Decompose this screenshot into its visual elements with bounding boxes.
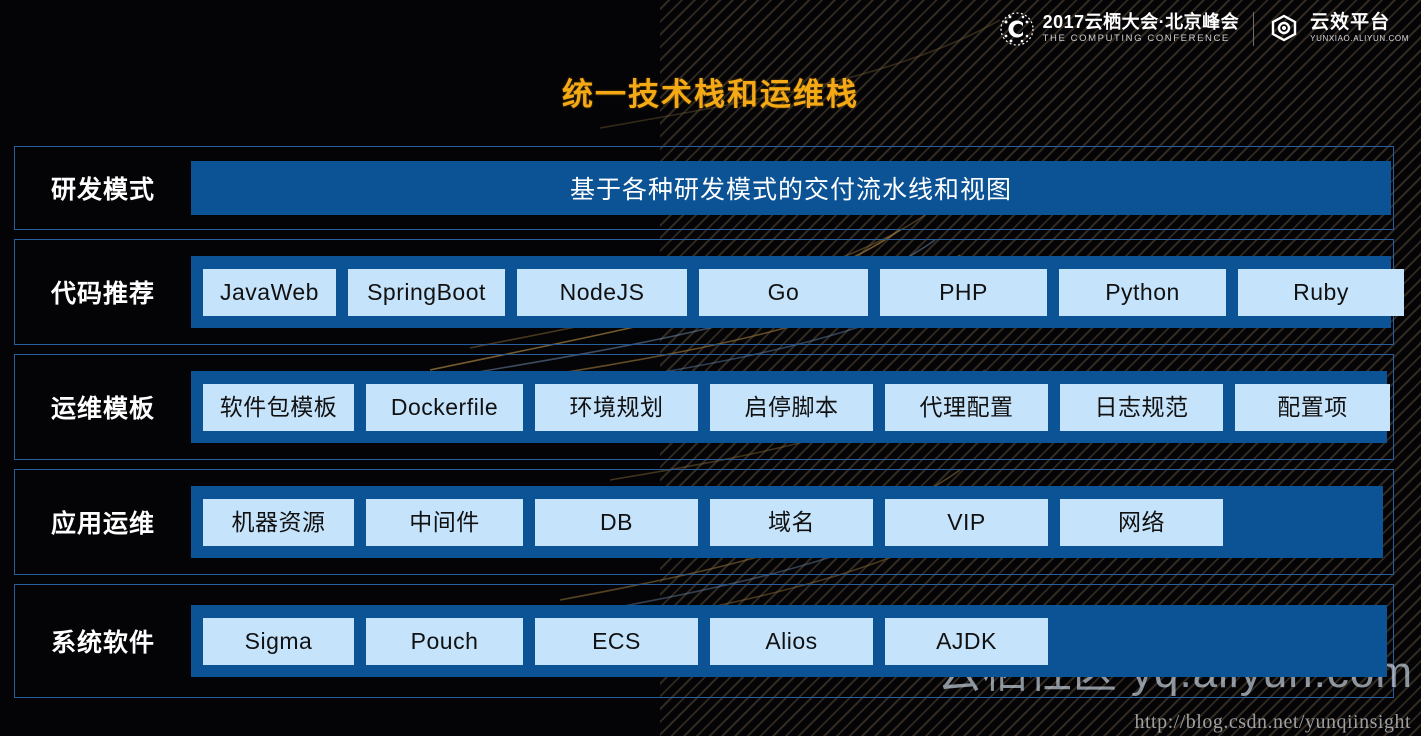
chip-list-system-software: Sigma Pouch ECS Alios AJDK: [203, 617, 1048, 665]
conference-title-en: THE COMPUTING CONFERENCE: [1042, 32, 1230, 44]
row-band-system-software: Sigma Pouch ECS Alios AJDK: [191, 605, 1387, 677]
chip-middleware[interactable]: 中间件: [366, 498, 523, 546]
chip-nodejs[interactable]: NodeJS: [517, 268, 687, 316]
chip-vip[interactable]: VIP: [885, 498, 1048, 546]
chip-proxy-config[interactable]: 代理配置: [885, 383, 1048, 431]
row-band-dev-mode: 基于各种研发模式的交付流水线和视图: [191, 161, 1391, 215]
row-dev-mode: 研发模式 基于各种研发模式的交付流水线和视图: [14, 146, 1394, 230]
chip-config-item[interactable]: 配置项: [1235, 383, 1390, 431]
watermark-url: http://blog.csdn.net/yunqiinsight: [1134, 711, 1411, 733]
chip-sigma[interactable]: Sigma: [203, 617, 354, 665]
row-label-ops-template: 运维模板: [50, 395, 155, 423]
yunxiao-platform-logo-icon: [1268, 12, 1302, 46]
row-code-recommend: 代码推荐 JavaWeb SpringBoot NodeJS Go PHP Py…: [14, 239, 1404, 345]
chip-log-spec[interactable]: 日志规范: [1060, 383, 1223, 431]
row-label-system-software: 系统软件: [50, 629, 155, 657]
row-band-code-recommend: JavaWeb SpringBoot NodeJS Go PHP Python …: [191, 256, 1404, 328]
header-logos: 2017云栖大会·北京峰会 THE COMPUTING CONFERENCE 云…: [1000, 12, 1409, 46]
chip-domain[interactable]: 域名: [710, 498, 873, 546]
conference-title-cn: 2017云栖大会·北京峰会: [1042, 11, 1240, 32]
chip-list-ops-template: 软件包模板 Dockerfile 环境规划 启停脚本 代理配置 日志规范 配置项: [203, 383, 1390, 431]
chip-start-stop-script[interactable]: 启停脚本: [710, 383, 873, 431]
slide-canvas: 2017云栖大会·北京峰会 THE COMPUTING CONFERENCE 云…: [0, 0, 1421, 736]
chip-dockerfile[interactable]: Dockerfile: [366, 383, 523, 431]
chip-machine-resource[interactable]: 机器资源: [203, 498, 354, 546]
chip-alios[interactable]: Alios: [710, 617, 873, 665]
row-ops-template: 运维模板 软件包模板 Dockerfile 环境规划 启停脚本 代理配置 日志规…: [14, 354, 1394, 460]
row-band-text-dev-mode: 基于各种研发模式的交付流水线和视图: [569, 176, 1012, 204]
product-logo: 云效平台 YUNXIAO.ALIYUN.COM: [1268, 12, 1409, 46]
chip-ajdk[interactable]: AJDK: [885, 617, 1048, 665]
chip-python[interactable]: Python: [1059, 268, 1226, 316]
chip-network[interactable]: 网络: [1060, 498, 1223, 546]
product-title-cn: 云效平台: [1310, 12, 1391, 34]
chip-db[interactable]: DB: [535, 498, 698, 546]
chip-ecs[interactable]: ECS: [535, 617, 698, 665]
row-label-code-recommend: 代码推荐: [50, 280, 155, 308]
chip-pouch[interactable]: Pouch: [366, 617, 523, 665]
row-system-software: 系统软件 Sigma Pouch ECS Alios AJDK: [14, 584, 1394, 698]
chip-ruby[interactable]: Ruby: [1238, 268, 1404, 316]
header-divider: [1253, 12, 1255, 46]
chip-javaweb[interactable]: JavaWeb: [203, 268, 336, 316]
chip-package-template[interactable]: 软件包模板: [203, 383, 354, 431]
page-title: 统一技术栈和运维栈: [562, 77, 859, 112]
row-label-dev-mode: 研发模式: [50, 176, 155, 204]
conference-logo: 2017云栖大会·北京峰会 THE COMPUTING CONFERENCE: [1000, 12, 1240, 46]
row-app-ops: 应用运维 机器资源 中间件 DB 域名 VIP 网络: [14, 469, 1394, 575]
computing-conference-logo-icon: [1000, 12, 1034, 46]
row-band-app-ops: 机器资源 中间件 DB 域名 VIP 网络: [191, 486, 1383, 558]
chip-php[interactable]: PHP: [880, 268, 1047, 316]
stack-rows: 研发模式 基于各种研发模式的交付流水线和视图 代码推荐 JavaWeb Spri…: [14, 146, 1404, 707]
row-band-ops-template: 软件包模板 Dockerfile 环境规划 启停脚本 代理配置 日志规范 配置项: [191, 371, 1390, 443]
row-label-app-ops: 应用运维: [50, 510, 155, 538]
product-title-en: YUNXIAO.ALIYUN.COM: [1310, 34, 1409, 44]
chip-go[interactable]: Go: [699, 268, 868, 316]
chip-list-app-ops: 机器资源 中间件 DB 域名 VIP 网络: [203, 498, 1223, 546]
chip-springboot[interactable]: SpringBoot: [348, 268, 505, 316]
chip-list-code-recommend: JavaWeb SpringBoot NodeJS Go PHP Python …: [203, 268, 1404, 316]
chip-env-planning[interactable]: 环境规划: [535, 383, 698, 431]
